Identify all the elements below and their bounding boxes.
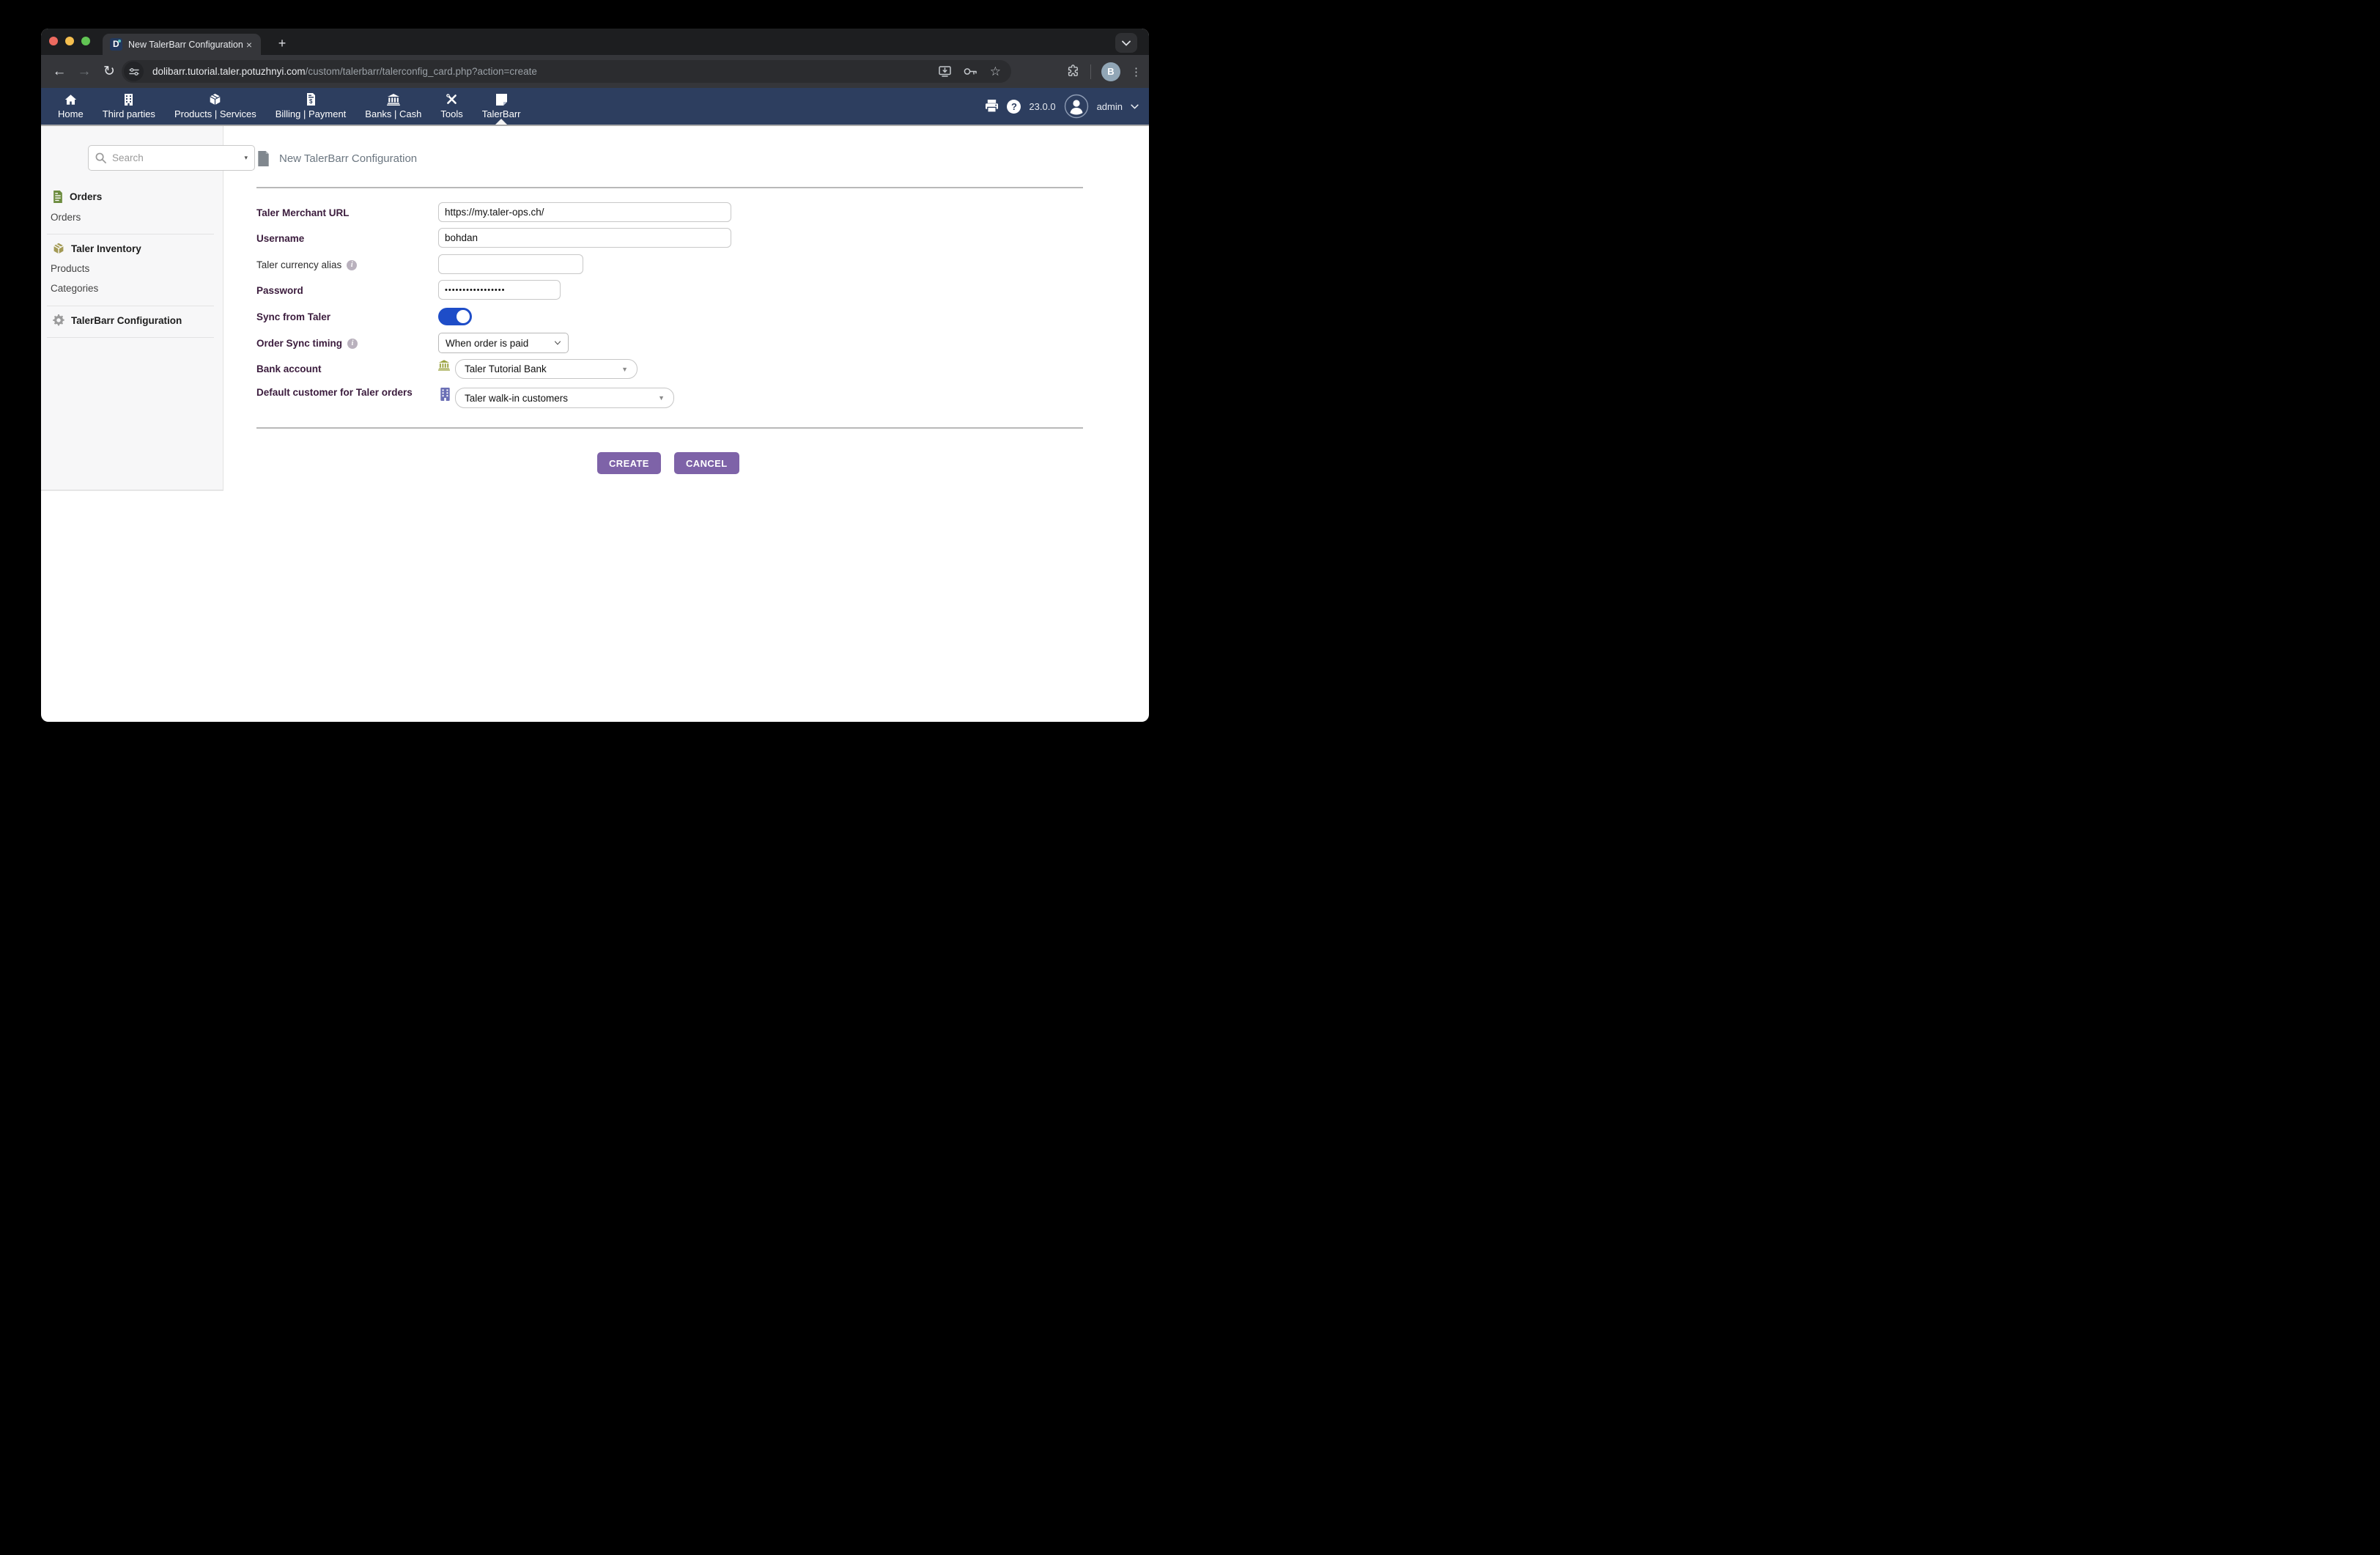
gear-icon bbox=[53, 314, 64, 326]
home-icon bbox=[64, 94, 77, 106]
screen: D New TalerBarr Configuration × + ← → ↻ … bbox=[0, 0, 1190, 778]
tune-icon bbox=[129, 67, 139, 76]
back-button[interactable]: ← bbox=[48, 55, 70, 88]
navbar-right: ? 23.0.0 admin bbox=[985, 88, 1139, 125]
macos-close-button[interactable] bbox=[49, 37, 58, 45]
sidebar-item-products[interactable]: Products bbox=[51, 263, 89, 274]
building-icon bbox=[124, 94, 133, 106]
field-label-order-sync-timing: Order Sync timing i bbox=[256, 338, 358, 349]
search-dropdown-caret-icon[interactable]: ▾ bbox=[244, 154, 248, 162]
url-text: dolibarr.tutorial.taler.potuzhnyi.com/cu… bbox=[152, 66, 537, 77]
nav-third-parties[interactable]: Third parties bbox=[93, 88, 165, 125]
field-label-bank-account: Bank account bbox=[256, 363, 322, 374]
nav-talerbarr[interactable]: TalerBarr bbox=[473, 88, 531, 125]
toolbar-divider bbox=[1090, 64, 1091, 79]
field-label-currency-alias: Taler currency alias i bbox=[256, 259, 357, 270]
field-label-password: Password bbox=[256, 285, 303, 296]
reload-button[interactable]: ↻ bbox=[98, 55, 120, 88]
page-doc-icon bbox=[257, 151, 270, 166]
sidebar-item-orders[interactable]: Orders bbox=[51, 212, 81, 223]
invoice-icon: $ bbox=[306, 93, 316, 106]
orders-doc-icon bbox=[53, 191, 63, 203]
print-icon[interactable] bbox=[985, 100, 999, 113]
order-sync-timing-select[interactable]: When order is paid bbox=[438, 333, 569, 353]
password-key-icon[interactable] bbox=[964, 67, 978, 76]
bookmark-star-icon[interactable]: ☆ bbox=[990, 64, 1001, 79]
browser-toolbar: ← → ↻ dolibarr.tutorial.taler.potuzhnyi.… bbox=[41, 55, 1149, 88]
user-name[interactable]: admin bbox=[1097, 101, 1123, 112]
sidebar-section-taler-inventory[interactable]: Taler Inventory bbox=[53, 243, 141, 254]
nav-products-services[interactable]: Products | Services bbox=[165, 88, 266, 125]
product-box-icon bbox=[209, 93, 221, 106]
username-input[interactable] bbox=[438, 228, 731, 248]
bank-account-icon bbox=[438, 360, 450, 371]
sidebar-section-orders[interactable]: Orders bbox=[53, 191, 102, 203]
chevron-down-icon bbox=[1122, 40, 1131, 46]
bank-account-dropdown[interactable]: Taler Tutorial Bank ▼ bbox=[455, 359, 638, 379]
user-menu-chevron-icon[interactable] bbox=[1131, 104, 1139, 109]
sidebar-search[interactable]: ▾ bbox=[88, 145, 255, 171]
app-navbar: Home Third parties Products | Services $… bbox=[41, 88, 1149, 126]
nav-home[interactable]: Home bbox=[48, 88, 93, 125]
site-info-button[interactable] bbox=[124, 62, 144, 81]
field-label-username: Username bbox=[256, 233, 304, 244]
field-label-merchant-url: Taler Merchant URL bbox=[256, 207, 350, 218]
form-top-rule bbox=[256, 187, 1083, 188]
info-icon[interactable]: i bbox=[347, 260, 357, 270]
macos-zoom-button[interactable] bbox=[81, 37, 90, 45]
form-bottom-rule bbox=[256, 427, 1083, 429]
merchant-url-input[interactable] bbox=[438, 202, 731, 222]
create-button[interactable]: CREATE bbox=[597, 452, 661, 474]
default-customer-dropdown[interactable]: Taler walk-in customers ▼ bbox=[455, 388, 674, 408]
password-input[interactable] bbox=[438, 280, 561, 300]
active-module-indicator bbox=[495, 119, 507, 125]
toolbar-right: B ⋮ bbox=[1066, 55, 1142, 88]
dropdown-arrow-icon: ▼ bbox=[658, 394, 665, 402]
forward-button[interactable]: → bbox=[73, 55, 95, 88]
info-icon[interactable]: i bbox=[347, 339, 358, 349]
search-icon bbox=[95, 152, 106, 163]
nav-banks-cash[interactable]: Banks | Cash bbox=[355, 88, 431, 125]
dolibarr-favicon: D bbox=[110, 38, 122, 51]
search-input[interactable] bbox=[112, 152, 244, 163]
extensions-icon[interactable] bbox=[1066, 64, 1080, 78]
app-version: 23.0.0 bbox=[1029, 101, 1055, 112]
browser-window: D New TalerBarr Configuration × + ← → ↻ … bbox=[41, 29, 1149, 722]
help-icon[interactable]: ? bbox=[1007, 100, 1021, 114]
toggle-knob bbox=[457, 310, 470, 323]
cancel-button[interactable]: CANCEL bbox=[674, 452, 739, 474]
sync-from-taler-toggle[interactable] bbox=[438, 308, 472, 325]
page-title-row: New TalerBarr Configuration bbox=[257, 151, 417, 166]
select-chevron-icon bbox=[554, 341, 561, 345]
sidebar-item-categories[interactable]: Categories bbox=[51, 283, 98, 294]
inventory-box-icon bbox=[53, 243, 64, 254]
install-app-icon[interactable] bbox=[939, 66, 951, 77]
macos-minimize-button[interactable] bbox=[65, 37, 74, 45]
sidebar-divider bbox=[47, 337, 214, 338]
new-tab-button[interactable]: + bbox=[273, 34, 292, 53]
tab-search-button[interactable] bbox=[1115, 33, 1137, 53]
tab-title: New TalerBarr Configuration bbox=[128, 40, 243, 50]
currency-alias-input[interactable] bbox=[438, 254, 583, 274]
field-label-sync-from-taler: Sync from Taler bbox=[256, 311, 330, 322]
sidebar-section-talerbarr-config[interactable]: TalerBarr Configuration bbox=[53, 314, 182, 326]
talerbarr-module-icon bbox=[496, 94, 507, 106]
page-title: New TalerBarr Configuration bbox=[279, 152, 417, 165]
browser-tab[interactable]: D New TalerBarr Configuration × bbox=[103, 34, 261, 55]
bank-icon bbox=[387, 94, 400, 106]
user-avatar-icon[interactable] bbox=[1064, 94, 1089, 119]
sidebar bbox=[41, 126, 223, 491]
address-bar[interactable]: dolibarr.tutorial.taler.potuzhnyi.com/cu… bbox=[122, 60, 1011, 83]
nav-tools[interactable]: Tools bbox=[431, 88, 472, 125]
tab-close-icon[interactable]: × bbox=[243, 39, 255, 51]
tools-icon bbox=[446, 93, 458, 106]
field-label-default-customer: Default customer for Taler orders bbox=[256, 385, 425, 400]
dropdown-arrow-icon: ▼ bbox=[621, 366, 628, 373]
svg-text:$: $ bbox=[309, 98, 313, 105]
customer-building-icon bbox=[440, 388, 451, 401]
profile-avatar[interactable]: B bbox=[1101, 62, 1120, 81]
browser-menu-icon[interactable]: ⋮ bbox=[1131, 65, 1142, 78]
tab-strip: D New TalerBarr Configuration × + bbox=[41, 29, 1149, 55]
nav-billing-payment[interactable]: $ Billing | Payment bbox=[266, 88, 356, 125]
